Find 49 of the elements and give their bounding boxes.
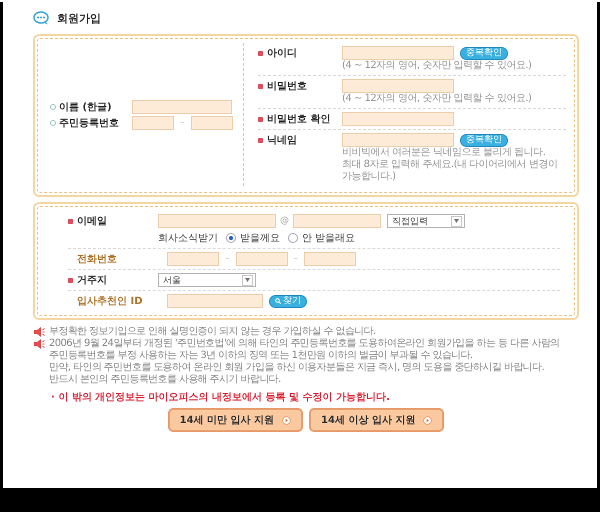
chat-bubble-icon xyxy=(33,11,49,25)
input-field[interactable] xyxy=(342,112,454,126)
notice-text: 부정확한 정보기입으로 인해 실명인증이 되지 않는 경우 가입하실 수 없습니다. xyxy=(49,326,376,338)
input-field[interactable] xyxy=(293,214,381,228)
notice-text: 주민등록번호를 부정 사용하는 자는 3년 이하의 징역 또는 1천만원 이하의 벌금이 부과될 수 있습니다. xyxy=(49,350,474,362)
hint-text: 비비빅에서 여러분은 닉네임으로 불리게 됩니다. xyxy=(342,147,546,159)
field-label: 아이디 xyxy=(258,46,342,60)
separator-dash: – xyxy=(294,254,298,264)
field-label: 비밀번호 xyxy=(258,79,342,93)
field-label: 닉네임 xyxy=(258,133,342,147)
field-label: 주민등록번호 xyxy=(50,116,132,130)
field-label: 회사소식받기 xyxy=(158,232,218,245)
field-label: 입사추천인 ID xyxy=(76,295,144,308)
field-label: 거주지 xyxy=(68,273,158,287)
input-field[interactable] xyxy=(190,116,232,130)
apply-button[interactable]: 14세 이상 입사 지원 xyxy=(309,408,444,432)
region-select[interactable]: 서울 xyxy=(158,273,256,287)
notice-text: · 이 밖의 개인정보는 마이오피스의 내정보에서 등록 및 수정이 가능합니다. xyxy=(51,391,391,404)
separator-dash: – xyxy=(225,254,230,264)
input-field[interactable] xyxy=(167,252,219,266)
megaphone-icon xyxy=(33,339,45,349)
notice-text: 만약, 타인의 주민번호를 도용하여 온라인 회원 가입을 하신 이용자분들은 지금 즉시, 명의 도용을 중단하시길 바랍니다. xyxy=(49,362,546,374)
apply-button[interactable]: 14세 미만 입사 지원 xyxy=(168,408,303,432)
radio-option[interactable]: 받을께요 xyxy=(226,231,280,245)
page-title: 회원가입 xyxy=(57,10,101,26)
input-field[interactable] xyxy=(236,252,288,266)
at-sign: @ xyxy=(280,216,289,226)
hint-text: (4 ~ 12자의 영어, 숫자만 입력할 수 있어요.) xyxy=(342,93,532,105)
megaphone-icon xyxy=(33,327,45,337)
hint-text: 최대 8자로 입력해 주세요.(내 다이어리에서 변경이 가능합니다.) xyxy=(342,159,558,183)
field-label: 전화번호 xyxy=(76,253,118,266)
input-field[interactable] xyxy=(132,100,232,114)
field-label: 비밀번호 확인 xyxy=(258,112,342,126)
hint-text: (4 ~ 12자의 영어, 숫자만 입력할 수 있어요.) xyxy=(342,60,532,72)
input-field[interactable] xyxy=(304,252,356,266)
separator-dash: – xyxy=(180,118,184,128)
input-field[interactable] xyxy=(167,294,263,308)
input-field[interactable] xyxy=(342,79,454,93)
input-field[interactable] xyxy=(342,133,454,147)
radio-option[interactable]: 안 받을래요 xyxy=(288,231,356,245)
input-field[interactable] xyxy=(342,46,454,60)
input-field[interactable] xyxy=(132,116,174,130)
domain-select[interactable]: 직접입력 xyxy=(387,214,465,228)
notice-text: 2006년 9월 24일부터 개정된 '주민번호법'에 의해 타인의 주민등록번호를 도용하여온라인 회원가입을 하는 등 다른 사람의 xyxy=(49,338,560,350)
input-field[interactable] xyxy=(158,214,276,228)
field-label: 이메일 xyxy=(68,214,158,228)
notice-text: 반드시 본인의 주민등록번호를 사용해 주시기 바랍니다. xyxy=(49,374,282,386)
search-icon xyxy=(275,298,281,304)
field-label: 이름 (한글) xyxy=(50,100,132,114)
